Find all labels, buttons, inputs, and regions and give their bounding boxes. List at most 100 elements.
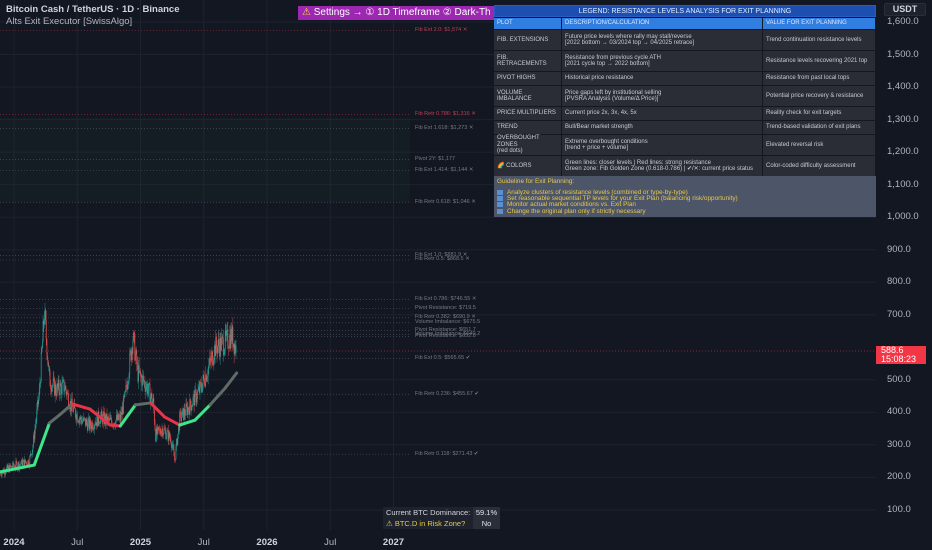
dominance-value: 59.1% (473, 507, 500, 518)
candle (26, 462, 28, 465)
candle (184, 408, 186, 415)
plot-name: VOLUME IMBALANCE (497, 89, 532, 103)
number-icon (497, 190, 503, 195)
legend-title: LEGEND: RESISTANCE LEVELS ANALYSIS FOR E… (494, 5, 876, 17)
candle (200, 382, 201, 384)
legend-value-cell: Trend continuation resistance levels (763, 30, 876, 50)
desc-line: Bull/Bear market strength (565, 124, 633, 131)
candle (200, 383, 202, 389)
candle (188, 407, 189, 410)
candle (207, 368, 209, 377)
price-tick: 1,500.0 (887, 48, 919, 60)
candle (111, 417, 112, 423)
candle (34, 429, 36, 440)
candle (73, 407, 74, 412)
value-text: Elevated reversal risk (766, 141, 824, 148)
candle (216, 336, 217, 348)
candle (92, 422, 93, 430)
candle (169, 432, 170, 438)
candle (173, 449, 175, 457)
chart-header: Bitcoin Cash / TetherUS · 1D · Binance A… (6, 4, 180, 28)
trend-segment (149, 401, 167, 419)
candle (191, 407, 193, 411)
legend-row: PIVOT HIGHS Historical price resistance Re… (494, 71, 876, 85)
candle (128, 381, 129, 384)
candle (154, 422, 156, 431)
candle (47, 360, 49, 367)
trend-segment (47, 413, 62, 425)
candle (52, 378, 54, 385)
candle (202, 383, 203, 392)
candle (194, 389, 196, 406)
legend-desc-cell: Green lines: closer levels | Red lines: … (562, 156, 763, 176)
desc-line: [PVSRA Analysis (Volume/Δ Price)] (565, 96, 659, 102)
legend-row: 🌈 COLORS Green lines: closer levels | Red… (494, 155, 876, 176)
candle (181, 410, 183, 418)
candle (145, 387, 147, 393)
candle (99, 423, 101, 424)
level-label: Fib Ext 1.618: $1,273 ✕ (415, 124, 474, 131)
trend-segment (223, 371, 239, 390)
legend-table: LEGEND: RESISTANCE LEVELS ANALYSIS FOR E… (494, 5, 876, 217)
candle (52, 384, 53, 387)
candle (179, 411, 181, 431)
trend-segment (163, 415, 182, 427)
candle (166, 436, 167, 440)
legend-desc-cell: Price gaps left by institutional selling… (562, 86, 763, 106)
candle (5, 472, 7, 474)
candle (11, 466, 12, 468)
legend-plot-cell: PRICE MULTIPLIERS (494, 107, 562, 120)
plot-name: 🌈 COLORS (497, 162, 532, 169)
level-label: Pivot Resistance: $632.8 (415, 333, 476, 340)
price-tick: 1,300.0 (887, 113, 919, 125)
price-tick: 1,200.0 (887, 146, 919, 158)
candle (67, 393, 69, 407)
level-label: Fib Ext 1.414: $1,144 ✕ (415, 166, 474, 173)
plot-name: FIB. EXTENSIONS (497, 36, 549, 43)
candle (4, 473, 6, 475)
candle (36, 409, 38, 421)
candle (127, 383, 129, 390)
desc-line: Historical price resistance (565, 75, 634, 82)
number-icon (497, 202, 503, 208)
candle (35, 424, 36, 430)
candle (177, 434, 179, 445)
indicator-title[interactable]: Alts Exit Executor [SwissAlgo] (6, 16, 180, 28)
level-label: Pivot 2Y: $1,177 (415, 156, 456, 163)
price-tick: 1,100.0 (887, 178, 919, 190)
candle (136, 350, 138, 365)
trend-segment (108, 423, 122, 428)
candle (209, 358, 211, 361)
candle (166, 431, 168, 437)
level-label: Fib Ext 0.786: $746.55 ✕ (415, 296, 477, 303)
currency-button[interactable]: USDT (884, 3, 926, 16)
candle (51, 386, 53, 392)
risk-zone-label: BTC.D in Risk Zone? (394, 519, 466, 528)
legend-desc-cell: Resistance from previous cycle ATH [2021 … (562, 51, 763, 71)
legend-plot-cell: FIB. RETRACEMENTS (494, 51, 562, 71)
candle (169, 437, 171, 439)
candle (218, 339, 220, 346)
candle (154, 410, 155, 423)
candle (196, 398, 198, 402)
value-text: Reality check for exit targets (766, 110, 842, 117)
candle (132, 340, 134, 354)
candle (49, 372, 51, 387)
symbol-title[interactable]: Bitcoin Cash / TetherUS · 1D · Binance (6, 4, 180, 16)
candle (24, 459, 26, 463)
candle (87, 421, 89, 431)
level-label: Fib Ext 2.0: $1,574 ✕ (415, 26, 468, 33)
level-label: Volume Imbalance: $675.5 (415, 319, 481, 326)
time-tick: 2027 (382, 537, 405, 548)
time-tick: 2024 (3, 537, 25, 548)
candle (217, 346, 219, 354)
candle (203, 375, 205, 379)
plot-name: TREND (497, 124, 518, 131)
legend-desc-cell: Future price levels where rally may stal… (562, 30, 763, 50)
level-label: Fib Retr 0.618: $1,046 ✕ (415, 198, 476, 205)
plot-note: (red dots) (497, 148, 523, 155)
value-text: Resistance from past local tops (766, 75, 850, 82)
legend-header-row: PLOT DESCRIPTION/CALCULATION VALUE FOR E… (494, 17, 876, 29)
level-label: Pivot Resistance: $719.5 (415, 304, 476, 311)
candle (223, 354, 225, 355)
